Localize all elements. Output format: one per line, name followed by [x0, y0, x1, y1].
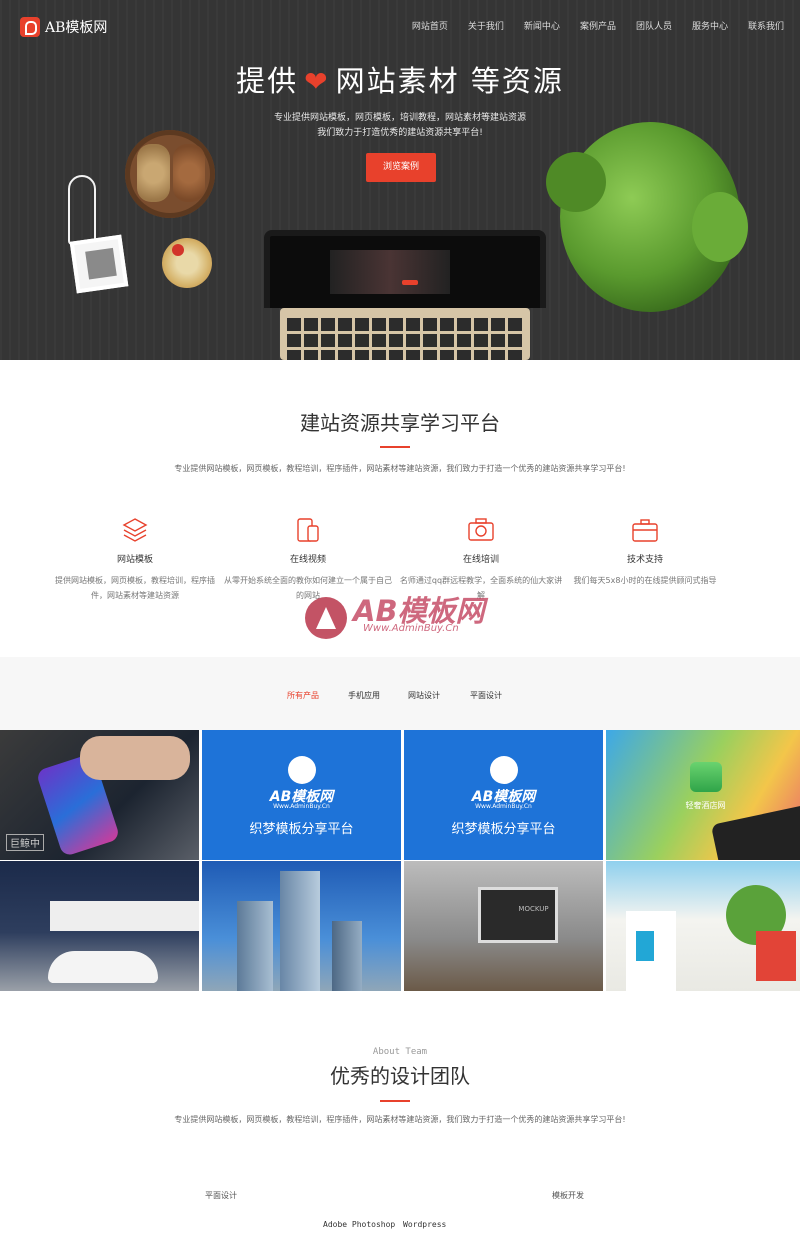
feature-title: 在线培训 [462, 555, 499, 565]
blue-door-image [636, 931, 654, 961]
product-tile-towers[interactable] [202, 861, 401, 991]
team-divider [380, 1100, 410, 1102]
hero-title: 提供 ❤ 网站素材 等资源 [0, 58, 800, 100]
team-category-graphic[interactable]: 平面设计 [205, 1190, 237, 1201]
hero-banner: AB模板网 网站首页 关于我们 新闻中心 案例产品 团队人员 服务中心 联系我们… [0, 0, 800, 360]
feature-support[interactable]: 技术支持 我们每天5x8小时的在线提供顾问式指导 [560, 516, 730, 588]
logo-text: AB模板网 [45, 20, 108, 36]
nav-item-about[interactable]: 关于我们 [468, 19, 504, 32]
tower-image [280, 871, 320, 991]
team-category-dev[interactable]: 模板开发 [552, 1190, 584, 1201]
laptop-screen-image [264, 230, 546, 308]
id-card-image [69, 234, 129, 294]
main-menu: 网站首页 关于我们 新闻中心 案例产品 团队人员 服务中心 联系我们 [392, 19, 784, 32]
app-icon [690, 762, 722, 792]
logo-icon [20, 17, 40, 37]
heart-icon: ❤ [304, 65, 330, 98]
skill-photoshop: Adobe Photoshop [323, 1220, 396, 1229]
title-divider [380, 446, 410, 448]
browse-cases-button[interactable]: 浏览案例 [366, 153, 436, 182]
layers-icon [121, 516, 149, 544]
watermark-logo: AB模板网 Www.AdminBuy.Cn [305, 585, 505, 650]
tab-mobile-apps[interactable]: 手机应用 [348, 690, 380, 701]
product-tile-ab-2[interactable]: AB模板网 Www.AdminBuy.Cn 织梦模板分享平台 [404, 730, 603, 860]
tile-caption: 织梦模板分享平台 [249, 822, 354, 837]
tile-badge: MOCKUP [518, 905, 549, 913]
feature-title: 技术支持 [626, 555, 663, 565]
sports-car-image [48, 951, 158, 983]
product-tile-car[interactable] [0, 861, 199, 991]
laptop-keyboard-image [287, 318, 523, 360]
briefcase-icon [631, 516, 659, 544]
ab-logo-icon [490, 756, 518, 784]
nav-item-service[interactable]: 服务中心 [692, 19, 728, 32]
platform-desc: 专业提供网站模板，网页模板，教程培训，程序插件，网站素材等建站资源，我们致力于打… [174, 464, 626, 473]
product-tile-mockup[interactable]: MOCKUP [404, 861, 603, 991]
nav-item-home[interactable]: 网站首页 [412, 19, 448, 32]
tablet-icon [294, 516, 322, 544]
feature-desc: 提供网站模板，网页模板，教程培训，程序插件，网站素材等建站资源 [55, 576, 215, 600]
tower-image [237, 901, 273, 991]
nav-item-cases[interactable]: 案例产品 [580, 19, 616, 32]
platform-title: 建站资源共享学习平台 [300, 411, 500, 435]
tab-graphic-design[interactable]: 平面设计 [470, 690, 502, 701]
tile-badge: 轻奢酒店网 [685, 801, 726, 810]
product-tile-app[interactable]: 轻奢酒店网 [606, 730, 800, 860]
tile-caption: 织梦模板分享平台 [451, 822, 556, 837]
hero-title-right: 网站素材 等资源 [335, 64, 564, 98]
camera-icon [467, 516, 495, 544]
hero-subtitle-2: 我们致力于打造优秀的建站资源共享平台! [317, 128, 483, 138]
lanyard-image [68, 175, 96, 245]
potted-plant-image [546, 122, 748, 312]
team-title: 优秀的设计团队 [330, 1064, 470, 1088]
nav-item-news[interactable]: 新闻中心 [524, 19, 560, 32]
fruit-tart-image [162, 238, 212, 288]
product-tile-flexible-phone[interactable]: 巨鲸中 [0, 730, 199, 860]
hand-image [80, 736, 190, 780]
product-tabs-band [0, 657, 800, 730]
watermark-icon [305, 597, 347, 639]
hero-subtitle-1: 专业提供网站模板，网页模板，培训教程，网站素材等建站资源 [273, 113, 526, 123]
tab-web-design[interactable]: 网站设计 [408, 690, 440, 701]
monitor-image [478, 887, 558, 943]
nuts-bowl-image [125, 130, 215, 218]
tile-logo-url: Www.AdminBuy.Cn [273, 803, 330, 810]
tab-all-products[interactable]: 所有产品 [287, 690, 319, 701]
product-tile-street[interactable] [606, 861, 800, 991]
feature-templates[interactable]: 网站模板 提供网站模板，网页模板，教程培训，程序插件，网站素材等建站资源 [50, 516, 220, 603]
feature-title: 网站模板 [116, 555, 153, 565]
skill-wordpress: Wordpress [403, 1220, 447, 1229]
ab-logo-icon [288, 756, 316, 784]
nav-item-team[interactable]: 团队人员 [636, 19, 672, 32]
red-wall-image [756, 931, 796, 981]
nav-item-contact[interactable]: 联系我们 [748, 19, 784, 32]
top-nav: AB模板网 网站首页 关于我们 新闻中心 案例产品 团队人员 服务中心 联系我们 [0, 0, 800, 52]
hero-title-left: 提供 [236, 64, 299, 98]
product-tile-ab-1[interactable]: AB模板网 Www.AdminBuy.Cn 织梦模板分享平台 [202, 730, 401, 860]
feature-title: 在线视频 [289, 555, 326, 565]
feature-desc: 我们每天5x8小时的在线提供顾问式指导 [573, 576, 717, 585]
site-logo[interactable]: AB模板网 [20, 16, 107, 38]
tile-logo-url: Www.AdminBuy.Cn [475, 803, 532, 810]
watermark-url: Www.AdminBuy.Cn [363, 623, 459, 634]
team-title-en: About Team [372, 1047, 428, 1057]
phone-image [710, 804, 800, 860]
building-image [50, 901, 199, 931]
tile-badge: 巨鲸中 [6, 834, 44, 851]
tower-image [332, 921, 362, 991]
team-desc: 专业提供网站模板，网页模板，教程培训，程序插件，网站素材等建站资源，我们致力于打… [174, 1115, 626, 1124]
